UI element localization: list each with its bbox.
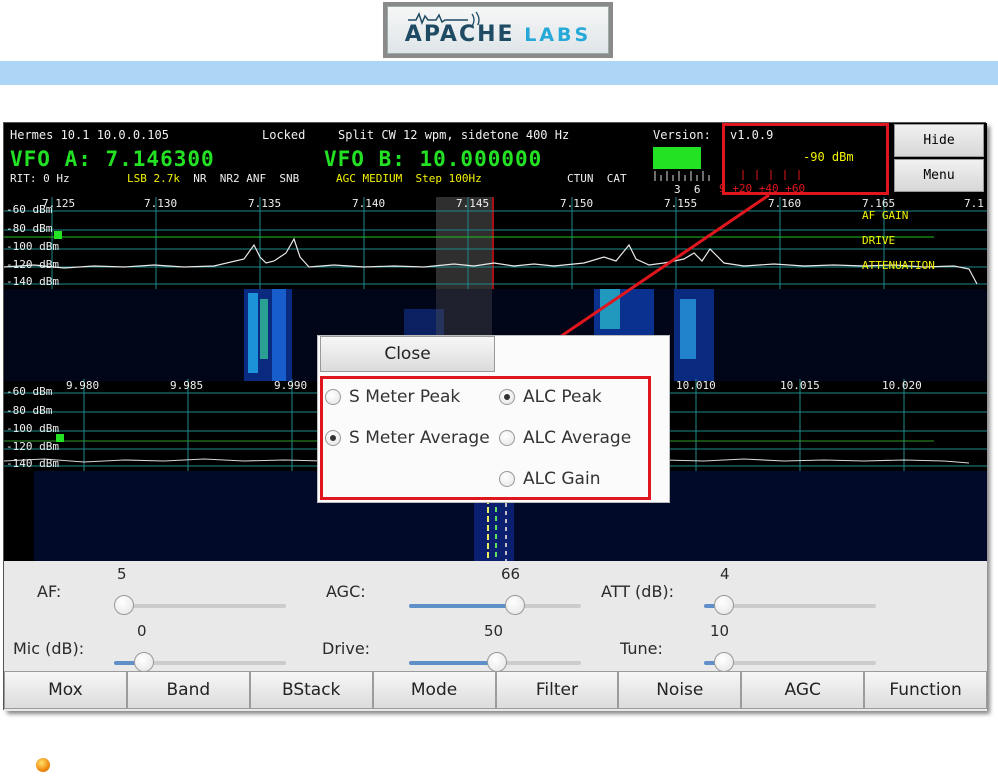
af-label: AF:	[37, 582, 62, 601]
radio-label: ALC Peak	[523, 387, 602, 407]
filter-button[interactable]: Filter	[495, 671, 619, 709]
logo-word-labs: LABS	[524, 24, 592, 46]
radio-label: ALC Gain	[523, 469, 601, 489]
mic-value: 0	[137, 622, 147, 640]
radio-s-meter-peak[interactable]: S Meter Peak	[325, 387, 460, 407]
drive-label: Drive:	[322, 639, 371, 658]
radio-label: S Meter Peak	[349, 387, 461, 407]
agc-slider[interactable]	[409, 595, 581, 615]
mic-slider-handle[interactable]	[134, 652, 154, 672]
radio-button-icon	[499, 430, 515, 446]
radio-alc-peak[interactable]: ALC Peak	[499, 387, 602, 407]
close-button[interactable]: Close	[320, 336, 495, 372]
agc-value: 66	[501, 565, 521, 583]
att-label: ATT (dB):	[601, 582, 675, 601]
mic-label: Mic (dB):	[13, 639, 85, 658]
radio-s-meter-average[interactable]: S Meter Average	[325, 428, 490, 448]
drive-slider-handle[interactable]	[487, 652, 507, 672]
logo-word-apache: APACHE	[404, 22, 515, 47]
radio-button-checked-icon	[499, 389, 515, 405]
radio-label: S Meter Average	[349, 428, 490, 448]
bullet-icon	[36, 758, 50, 772]
mode-button[interactable]: Mode	[372, 671, 496, 709]
radio-alc-gain[interactable]: ALC Gain	[499, 469, 600, 489]
meter-options-dialog: Close S Meter Peak ALC Peak S Meter Aver…	[317, 335, 670, 503]
bstack-button[interactable]: BStack	[249, 671, 373, 709]
mic-slider[interactable]	[114, 652, 286, 672]
tune-label: Tune:	[620, 639, 663, 658]
function-button[interactable]: Function	[864, 671, 987, 709]
noise-button[interactable]: Noise	[618, 671, 742, 709]
att-slider[interactable]	[704, 595, 876, 615]
af-slider[interactable]	[114, 595, 286, 615]
waveform-icon	[408, 11, 480, 25]
radio-button-icon	[325, 389, 341, 405]
header-band	[0, 61, 998, 85]
drive-slider[interactable]	[409, 652, 581, 672]
meter-options-highlight: S Meter Peak ALC Peak S Meter Average AL…	[320, 376, 651, 500]
att-slider-handle[interactable]	[714, 595, 734, 615]
function-button-row: Mox Band BStack Mode Filter Noise AGC Fu…	[4, 671, 987, 709]
band-button[interactable]: Band	[126, 671, 250, 709]
agc-button[interactable]: AGC	[741, 671, 865, 709]
radio-alc-average[interactable]: ALC Average	[499, 428, 631, 448]
af-value: 5	[117, 565, 127, 583]
af-slider-handle[interactable]	[114, 595, 134, 615]
agc-slider-handle[interactable]	[505, 595, 525, 615]
agc-label: AGC:	[326, 582, 366, 601]
att-value: 4	[720, 565, 730, 583]
logo-plate: APACHE LABS	[387, 6, 609, 54]
radio-button-checked-icon	[325, 430, 341, 446]
tune-slider-handle[interactable]	[714, 652, 734, 672]
apache-labs-logo: APACHE LABS	[383, 2, 613, 58]
radio-label: ALC Average	[523, 428, 632, 448]
tune-slider[interactable]	[704, 652, 876, 672]
radio-button-icon	[499, 471, 515, 487]
mox-button[interactable]: Mox	[4, 671, 127, 709]
drive-value: 50	[484, 622, 504, 640]
tune-value: 10	[710, 622, 730, 640]
